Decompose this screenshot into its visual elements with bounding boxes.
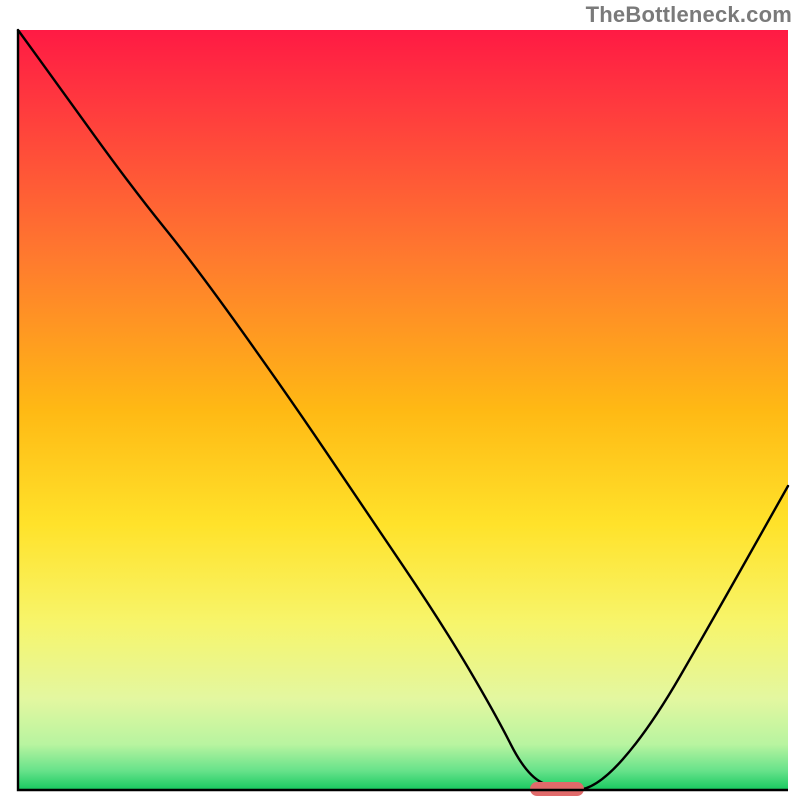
bottleneck-chart bbox=[0, 0, 800, 800]
watermark-text: TheBottleneck.com bbox=[586, 2, 792, 28]
chart-stage: TheBottleneck.com bbox=[0, 0, 800, 800]
gradient-background bbox=[18, 30, 788, 790]
